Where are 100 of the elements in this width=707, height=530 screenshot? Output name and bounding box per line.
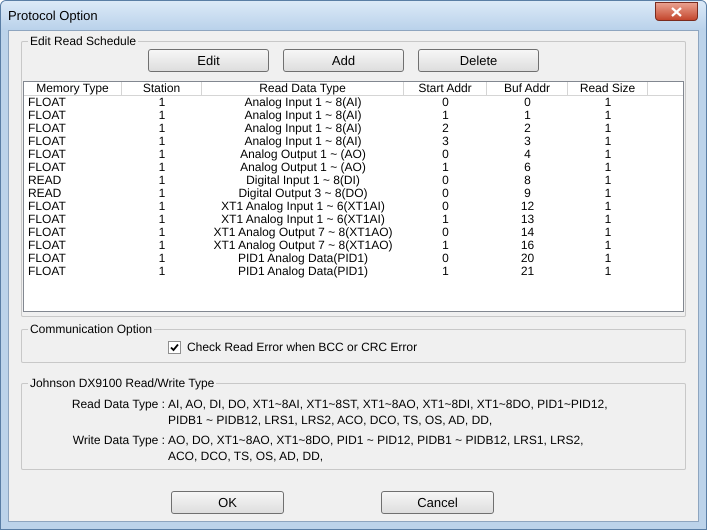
dialog-button[interactable]: Add [283,49,404,72]
column-header[interactable]: Start Addr [404,82,487,95]
table-cell-text: 1 [158,161,166,174]
type-list-text: AO, DO, XT1~8AO, XT1~8DO, PID1 ~ PID12, PIDB1 ~ PIDB12, LRS1, LRS2, [168,432,584,448]
table-cell-text: 1 [604,213,612,226]
column-header[interactable]: Memory Type [24,82,122,95]
table-cell-text: 1 [604,109,612,122]
table-cell-text: Analog Output 1 ~ (AO) [239,161,367,174]
table-cell-text: 0 [441,252,450,265]
table-cell-text: 0 [441,226,450,239]
dialog-button[interactable]: OK [171,491,284,514]
dialog-button[interactable]: Edit [148,49,269,72]
table-cell-text: 1 [604,96,612,109]
table-cell-text: 12 [520,200,536,213]
table-cell-text: 3 [523,135,532,148]
table-cell-text: 1 [158,135,166,148]
table-cell-text: Analog Input 1 ~ 8(AI) [243,109,363,122]
table-cell-text: PID1 Analog Data(PID1) [236,252,368,265]
type-list-text: PIDB1 ~ PIDB12, LRS1, LRS2, ACO, DCO, TS, OS, AD, DD, [168,412,494,428]
checkbox[interactable] [168,340,181,354]
table-cell-text: 1 [604,135,612,148]
column-header[interactable]: Station [122,82,202,95]
table-cell-text: 0 [441,174,450,187]
table-cell-text: 1 [604,161,612,174]
table-cell-text: 1 [604,226,612,239]
table-cell-text: 2 [523,122,532,135]
table-cell-text: 1 [523,109,532,122]
table-cell-text: 1 [604,174,612,187]
type-label: Read Data Type : [70,396,166,413]
table-cell-text: Digital Output 3 ~ 8(DO) [237,187,369,200]
table-cell-text: 3 [441,135,450,148]
check-read-error-checkbox[interactable]: Check Read Error when BCC or CRC Error [168,338,418,356]
table-cell-text: 1 [158,148,166,161]
column-header[interactable]: Buf Addr [487,82,568,95]
table-cell-text: XT1 Analog Input 1 ~ 6(XT1AI) [220,213,386,226]
close-icon [671,6,682,16]
table-cell-text: 1 [158,109,166,122]
table-cell-text: 1 [604,252,612,265]
type-list-text: AI, AO, DI, DO, XT1~8AI, XT1~8ST, XT1~8AO, XT1~8DI, XT1~8DO, PID1~PID12, [168,396,608,412]
table-cell-text: 1 [158,122,166,135]
column-header[interactable]: Read Data Type [202,82,404,95]
table-cell-text: Analog Input 1 ~ 8(AI) [243,135,363,148]
table-cell-text: FLOAT [27,265,67,278]
table-cell-text: 1 [441,161,450,174]
table-cell-text: 1 [158,96,166,109]
table-cell-text: FLOAT [27,96,67,109]
table-cell-text: 0 [441,187,450,200]
table-cell-text: 1 [604,148,612,161]
table-cell-text: FLOAT [27,213,67,226]
window-title: Protocol Option [8,6,98,25]
table-cell-text: 1 [158,187,166,200]
table-cell-text: 1 [158,174,166,187]
table-cell-text: FLOAT [27,200,67,213]
table-cell-text: 1 [441,109,450,122]
group-title: Johnson DX9100 Read/Write Type [28,375,216,391]
table-cell-text: 1 [604,265,612,278]
table-cell-text: Analog Input 1 ~ 8(AI) [243,96,363,109]
check-icon [170,342,179,352]
table-cell-text: 0 [441,96,450,109]
table-cell-text: 20 [520,252,536,265]
table-cell-text: 1 [158,200,166,213]
table-cell-text: FLOAT [27,252,67,265]
group-title: Communication Option [28,321,154,337]
table-cell-text: 1 [441,265,450,278]
type-list-text: ACO, DCO, TS, OS, AD, DD, [168,448,324,464]
table-cell-text: 0 [441,200,450,213]
table-cell-text: 1 [604,187,612,200]
table-cell-text: 16 [520,239,536,252]
table-cell-text: 4 [523,148,532,161]
table-cell-text: FLOAT [27,109,67,122]
type-label: Write Data Type : [72,432,166,449]
table-cell-text: FLOAT [27,226,67,239]
table-cell-text: 1 [604,239,612,252]
table-cell-text: Analog Output 1 ~ (AO) [239,148,367,161]
table-cell-text: 1 [158,239,166,252]
dialog-button[interactable]: Cancel [381,491,494,514]
column-header[interactable]: Read Size [568,82,648,95]
table-cell-text: FLOAT [27,135,67,148]
dialog-button[interactable]: Delete [418,49,539,72]
table-cell-text: FLOAT [27,239,67,252]
table-cell-text: FLOAT [27,122,67,135]
table-cell-text: XT1 Analog Input 1 ~ 6(XT1AI) [220,200,386,213]
table-cell-text: Digital Input 1 ~ 8(DI) [246,174,360,187]
table-cell-text: Analog Input 1 ~ 8(AI) [243,122,363,135]
table-cell-text: XT1 Analog Output 7 ~ 8(XT1AO) [212,226,394,239]
table-cell-text: FLOAT [27,148,67,161]
table-cell-text: 9 [523,187,532,200]
table-cell-text: 1 [158,213,166,226]
table-cell-text: 2 [441,122,450,135]
table-cell-text: READ [27,174,62,187]
table-cell-text: 1 [604,122,612,135]
table-cell-text: 1 [158,252,166,265]
table-cell-text: PID1 Analog Data(PID1) [236,265,370,278]
close-button[interactable] [655,2,698,21]
table-cell-text: 1 [441,239,450,252]
table-cell-text: 8 [523,174,532,187]
table-cell-text: 14 [520,226,536,239]
table-cell-text: 0 [523,96,532,109]
table-cell-text: 1 [441,213,450,226]
table-cell-text: XT1 Analog Output 7 ~ 8(XT1AO) [212,239,394,252]
